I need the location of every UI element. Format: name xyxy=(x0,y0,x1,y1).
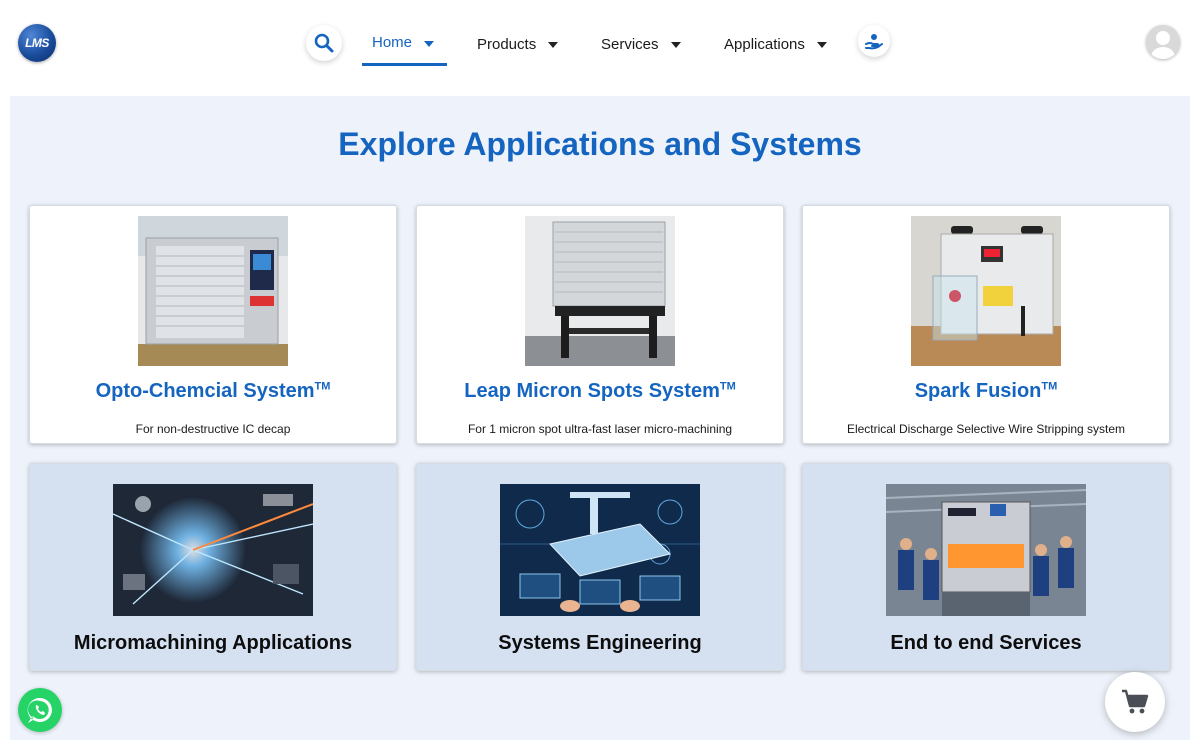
category-card-services[interactable]: End to end Services xyxy=(802,463,1170,671)
category-image xyxy=(113,484,313,616)
system-card-leap-micron[interactable]: Leap Micron Spots SystemTM For 1 micron … xyxy=(416,205,784,444)
caret-down-icon xyxy=(670,42,681,48)
category-title[interactable]: Systems Engineering xyxy=(417,632,783,655)
hand-help-icon xyxy=(865,34,883,50)
category-card-micromachining[interactable]: Micromachining Applications xyxy=(29,463,397,671)
category-card-systems-engineering[interactable]: Systems Engineering xyxy=(416,463,784,671)
system-title[interactable]: Leap Micron Spots SystemTM xyxy=(417,380,783,403)
cart-button[interactable] xyxy=(1105,672,1165,732)
category-image xyxy=(500,484,700,616)
caret-down-icon xyxy=(816,42,827,48)
nav-services[interactable]: Services xyxy=(601,22,681,66)
search-icon xyxy=(314,33,334,53)
logo[interactable]: LMS xyxy=(18,24,56,62)
whatsapp-button[interactable] xyxy=(18,688,62,732)
page-title: Explore Applications and Systems xyxy=(338,126,862,162)
help-button[interactable] xyxy=(858,25,890,57)
cart-icon xyxy=(1122,689,1149,714)
main-content: Explore Applications and Systems Opto-Ch… xyxy=(10,96,1190,740)
system-image xyxy=(911,216,1061,366)
system-description: Electrical Discharge Selective Wire Stri… xyxy=(846,422,1126,436)
whatsapp-icon xyxy=(27,697,52,723)
system-title[interactable]: Opto-Chemcial SystemTM xyxy=(30,380,396,403)
system-card-opto-chemical[interactable]: Opto-Chemcial SystemTM For non-destructi… xyxy=(29,205,397,444)
system-description: For 1 micron spot ultra-fast laser micro… xyxy=(467,422,733,436)
search-button[interactable] xyxy=(306,25,342,61)
system-card-spark-fusion[interactable]: Spark FusionTM Electrical Discharge Sele… xyxy=(802,205,1170,444)
system-image xyxy=(138,216,288,366)
site-header: LMS Home Products Services Applications xyxy=(0,0,1200,90)
user-avatar-icon xyxy=(1151,31,1175,59)
system-image xyxy=(525,216,675,366)
nav-home[interactable]: Home xyxy=(362,22,447,66)
category-title[interactable]: End to end Services xyxy=(803,632,1169,655)
caret-down-icon xyxy=(548,42,559,48)
caret-down-icon xyxy=(424,40,435,47)
system-title[interactable]: Spark FusionTM xyxy=(803,380,1169,403)
category-image xyxy=(886,484,1086,616)
nav-products[interactable]: Products xyxy=(477,22,559,66)
user-avatar[interactable] xyxy=(1146,25,1180,59)
nav-applications[interactable]: Applications xyxy=(724,22,827,66)
system-description: For non-destructive IC decap xyxy=(135,422,291,436)
category-title[interactable]: Micromachining Applications xyxy=(30,632,396,655)
